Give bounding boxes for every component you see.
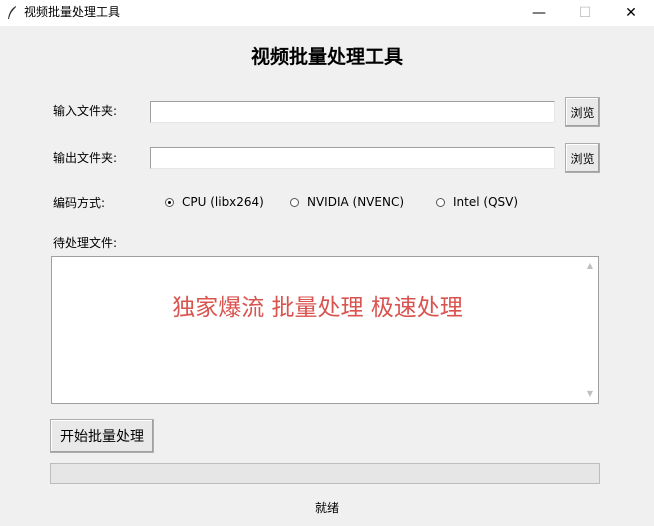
file-list-content: 独家爆流 批量处理 极速处理	[52, 257, 583, 403]
output-browse-button[interactable]: 浏览	[565, 143, 600, 173]
scroll-up-icon[interactable]: ▲	[582, 259, 598, 273]
file-list[interactable]: 独家爆流 批量处理 极速处理 ▲ ▼	[51, 256, 599, 404]
input-folder-label: 输入文件夹:	[53, 104, 118, 118]
encoding-option-nvidia[interactable]: NVIDIA (NVENC)	[290, 195, 404, 209]
encoding-option-cpu[interactable]: CPU (libx264)	[165, 195, 264, 209]
progress-bar	[50, 463, 600, 484]
promo-overlay-text: 独家爆流 批量处理 极速处理	[172, 295, 463, 321]
window-titlebar: 视频批量处理工具 — ☐ ✕	[0, 0, 654, 26]
page-title: 视频批量处理工具	[250, 46, 403, 68]
scroll-down-icon[interactable]: ▼	[582, 387, 598, 401]
close-button[interactable]: ✕	[608, 0, 654, 26]
file-list-scrollbar[interactable]: ▲ ▼	[582, 257, 598, 403]
input-folder-field[interactable]	[150, 101, 555, 123]
maximize-button[interactable]: ☐	[562, 0, 608, 26]
window-title: 视频批量处理工具	[24, 5, 121, 19]
encoding-option-label: Intel (QSV)	[453, 195, 519, 209]
radio-button-icon	[290, 197, 299, 207]
radio-button-icon	[436, 197, 445, 207]
output-folder-field[interactable]	[150, 147, 555, 169]
encoding-option-label: CPU (libx264)	[182, 195, 264, 209]
minimize-button[interactable]: —	[516, 0, 562, 26]
feather-icon	[8, 6, 16, 19]
status-text: 就绪	[314, 501, 339, 515]
start-batch-button[interactable]: 开始批量处理	[50, 419, 154, 453]
radio-button-icon	[165, 197, 174, 207]
encoding-label: 编码方式:	[53, 196, 106, 210]
input-browse-button[interactable]: 浏览	[565, 97, 600, 127]
encoding-option-label: NVIDIA (NVENC)	[307, 195, 405, 209]
file-list-label: 待处理文件:	[53, 236, 118, 250]
output-folder-label: 输出文件夹:	[53, 151, 118, 165]
encoding-option-intel[interactable]: Intel (QSV)	[436, 195, 518, 209]
